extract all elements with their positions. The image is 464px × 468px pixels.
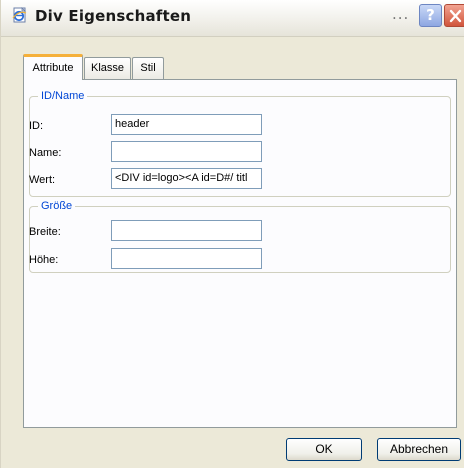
tab-attribute-label: Attribute bbox=[32, 62, 74, 74]
tab-klasse[interactable]: Klasse bbox=[84, 57, 131, 79]
help-icon: ? bbox=[426, 6, 435, 24]
ok-button[interactable]: OK bbox=[286, 438, 362, 461]
hoehe-label: Höhe: bbox=[29, 254, 59, 266]
wert-label: Wert: bbox=[29, 174, 56, 186]
name-field[interactable] bbox=[111, 141, 262, 162]
breite-field[interactable] bbox=[111, 220, 262, 241]
hoehe-field[interactable] bbox=[111, 248, 262, 269]
tab-stil[interactable]: Stil bbox=[132, 57, 164, 79]
size-legend: Größe bbox=[41, 200, 73, 212]
help-button[interactable]: ? bbox=[419, 4, 442, 27]
ok-button-label: OK bbox=[315, 442, 333, 456]
title-bar[interactable]: Div Eigenschaften ... ? bbox=[1, 0, 464, 37]
cancel-button-label: Abbrechen bbox=[389, 442, 449, 456]
tab-klasse-label: Klasse bbox=[90, 62, 125, 74]
breite-label: Breite: bbox=[29, 226, 61, 238]
tab-attribute[interactable]: Attribute bbox=[23, 54, 83, 80]
id-label: ID: bbox=[29, 120, 44, 132]
tab-panel-attribute: ID/Name ID: header Name: Wert: <DIV id=l… bbox=[23, 79, 457, 428]
close-button[interactable] bbox=[444, 4, 464, 27]
id-field[interactable]: header bbox=[111, 114, 262, 135]
name-label: Name: bbox=[29, 147, 62, 159]
dialog-window: Div Eigenschaften ... ? Attribute Klasse… bbox=[0, 0, 464, 468]
title-ellipsis: ... bbox=[392, 5, 410, 23]
cancel-button[interactable]: Abbrechen bbox=[377, 438, 461, 461]
id-name-legend: ID/Name bbox=[41, 90, 85, 102]
tab-stil-label: Stil bbox=[140, 62, 156, 74]
window-title: Div Eigenschaften bbox=[35, 7, 192, 25]
wert-field[interactable]: <DIV id=logo><A id=D#/ titl bbox=[111, 168, 262, 189]
ie-document-icon bbox=[11, 6, 29, 24]
